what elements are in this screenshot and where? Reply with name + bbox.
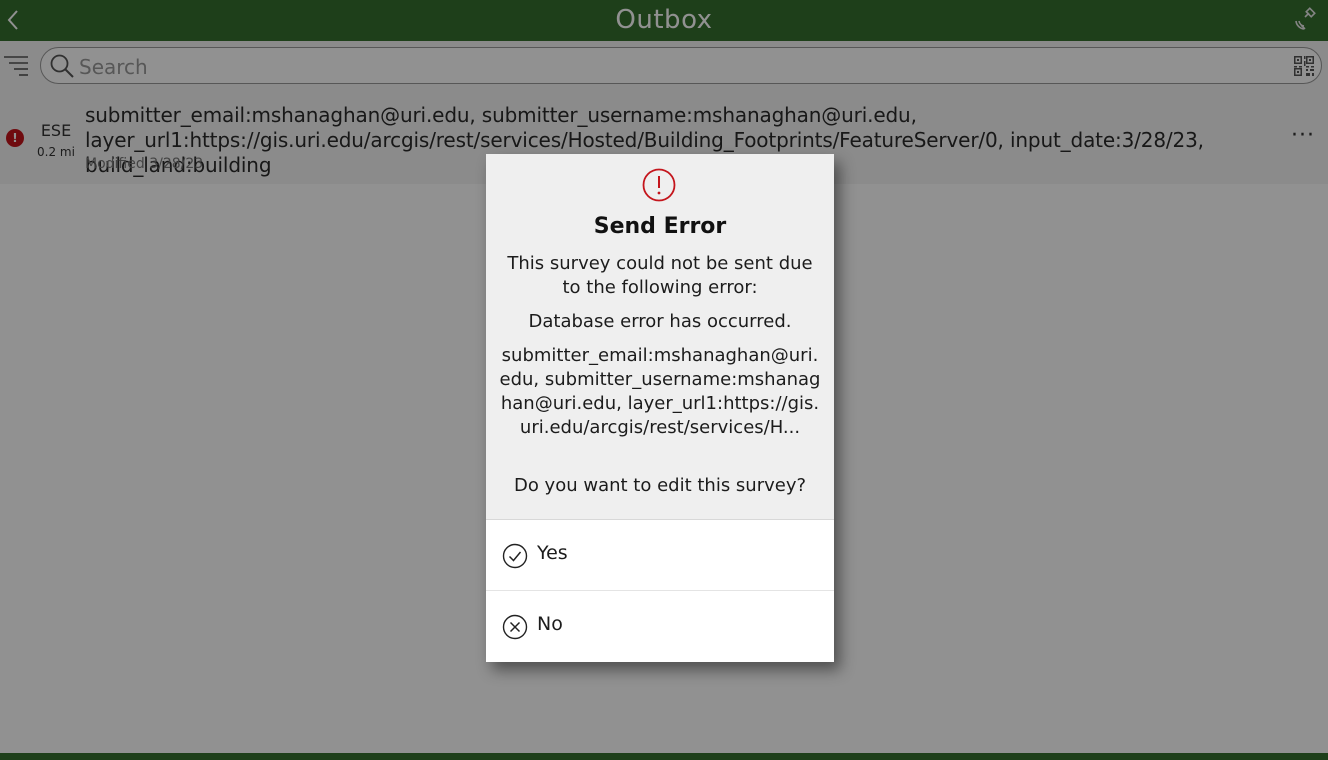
- no-label: No: [537, 613, 563, 635]
- yes-label: Yes: [537, 542, 568, 564]
- dialog-detail-text: submitter_email:mshanaghan@uri.edu, subm…: [499, 345, 821, 438]
- no-button[interactable]: No: [486, 591, 834, 661]
- check-circle-icon: [502, 543, 528, 569]
- dialog-title: Send Error: [593, 214, 727, 239]
- x-circle-icon: [502, 614, 528, 640]
- dialog-error-text: Database error has occurred.: [528, 311, 792, 332]
- send-error-dialog: Send Error This survey could not be sent…: [486, 154, 834, 662]
- error-icon: [642, 168, 676, 202]
- dialog-question: Do you want to edit this survey?: [513, 475, 807, 496]
- dialog-content: Send Error This survey could not be sent…: [486, 154, 834, 520]
- dialog-message: This survey could not be sent due to the…: [507, 253, 813, 298]
- yes-button[interactable]: Yes: [486, 520, 834, 591]
- outbox-screen: Outbox Search ! ESE 0.2 mi submitter_ema…: [0, 0, 1328, 760]
